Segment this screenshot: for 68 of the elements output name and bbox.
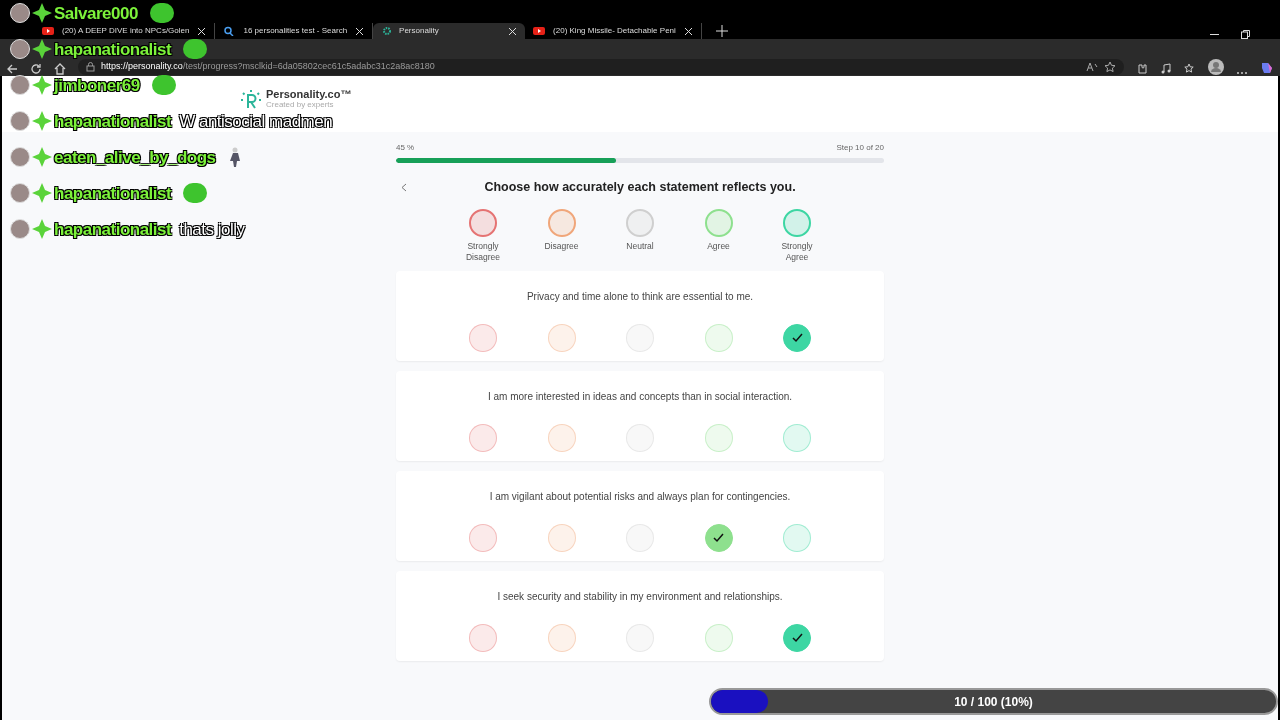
- question-text: I am vigilant about potential risks and always plan for contingencies.: [489, 489, 791, 504]
- answer-radio[interactable]: [704, 523, 733, 552]
- instruction-heading: Choose how accurately each statement reflects you.: [484, 179, 796, 196]
- back-chevron-icon[interactable]: [401, 183, 407, 192]
- check-icon: [790, 332, 804, 344]
- diamond-badge-icon: [32, 75, 52, 95]
- scale-label: Strongly Agree: [780, 240, 814, 263]
- address-bar[interactable]: https://personality.co/test/progress?msclkid=6da05802cec61c5adabc31c2a8ac8180: [78, 59, 1124, 75]
- answer-radio[interactable]: [469, 623, 497, 652]
- chat-message: thats jolly: [179, 220, 245, 238]
- new-tab-icon[interactable]: [715, 25, 728, 37]
- close-icon[interactable]: [197, 26, 207, 36]
- diamond-badge-icon: [32, 39, 52, 59]
- close-icon[interactable]: [683, 26, 693, 36]
- star-icon[interactable]: [1104, 61, 1116, 73]
- favorites-icon[interactable]: [1184, 63, 1196, 75]
- chat-message: W antisocial madmen: [179, 112, 333, 130]
- close-icon[interactable]: [508, 26, 518, 36]
- logo-icon: [240, 89, 262, 111]
- answer-radio[interactable]: [783, 323, 811, 352]
- question-text: Privacy and time alone to think are essential to me.: [526, 289, 754, 304]
- diamond-badge-icon: [32, 219, 52, 239]
- logo-text: Personality.co™: [266, 89, 352, 100]
- answer-radio[interactable]: [469, 423, 497, 452]
- home-icon[interactable]: [54, 63, 66, 75]
- extensions-icon[interactable]: [1136, 63, 1148, 75]
- copilot-icon[interactable]: [1260, 61, 1274, 75]
- refresh-icon[interactable]: [30, 63, 42, 75]
- chat-username: hapanationalist: [54, 184, 172, 202]
- step-counter: Step 10 of 20: [836, 142, 884, 154]
- more-icon[interactable]: [1236, 71, 1248, 75]
- check-icon: [712, 532, 725, 544]
- diamond-badge-icon: [32, 147, 52, 167]
- scale-label: Disagree: [543, 240, 580, 252]
- person-figure-icon: [227, 147, 242, 167]
- back-icon[interactable]: [6, 63, 18, 75]
- read-aloud-icon[interactable]: [1086, 62, 1098, 72]
- answer-radio[interactable]: [783, 623, 811, 652]
- lock-icon: [86, 62, 95, 72]
- media-icon[interactable]: [1160, 63, 1172, 75]
- logo-tagline: Created by experts: [266, 101, 335, 109]
- answer-radio[interactable]: [469, 323, 497, 352]
- diamond-badge-icon: [32, 3, 52, 23]
- scale-label: Agree: [706, 240, 731, 252]
- check-icon: [790, 632, 804, 644]
- restore-icon[interactable]: [1241, 30, 1250, 39]
- chat-username: eaten_alive_by_dogs: [54, 148, 216, 166]
- chat-username: jimboner69: [54, 76, 140, 94]
- goal-progress-text: 10 / 100 (10%): [953, 693, 1034, 711]
- browser-tab[interactable]: Personality: [373, 23, 526, 39]
- chat-username: Salvare000: [54, 4, 138, 22]
- question-text: I seek security and stability in my environment and relationships.: [497, 589, 783, 604]
- scale-label: Neutral: [625, 240, 655, 252]
- scale-label: Strongly Disagree: [465, 240, 501, 263]
- url-text: https://personality.co/test/progress?msclkid=6da05802cec61c5adabc31c2a8ac8180: [101, 60, 435, 74]
- diamond-badge-icon: [32, 111, 52, 131]
- chat-username: hapanationalist: [54, 40, 172, 58]
- question-text: I am more interested in ideas and concepts than in social interaction.: [487, 389, 793, 404]
- close-icon[interactable]: [355, 26, 365, 36]
- diamond-badge-icon: [32, 183, 52, 203]
- progress-percent: 45 %: [396, 142, 415, 154]
- chat-username: hapanationalist: [54, 112, 172, 130]
- chat-username: hapanationalist: [54, 220, 172, 238]
- video-icon: [533, 26, 546, 36]
- video-icon: [42, 26, 54, 36]
- profile-icon[interactable]: [1208, 59, 1224, 75]
- search-icon: [223, 26, 236, 36]
- answer-radio[interactable]: [469, 523, 497, 552]
